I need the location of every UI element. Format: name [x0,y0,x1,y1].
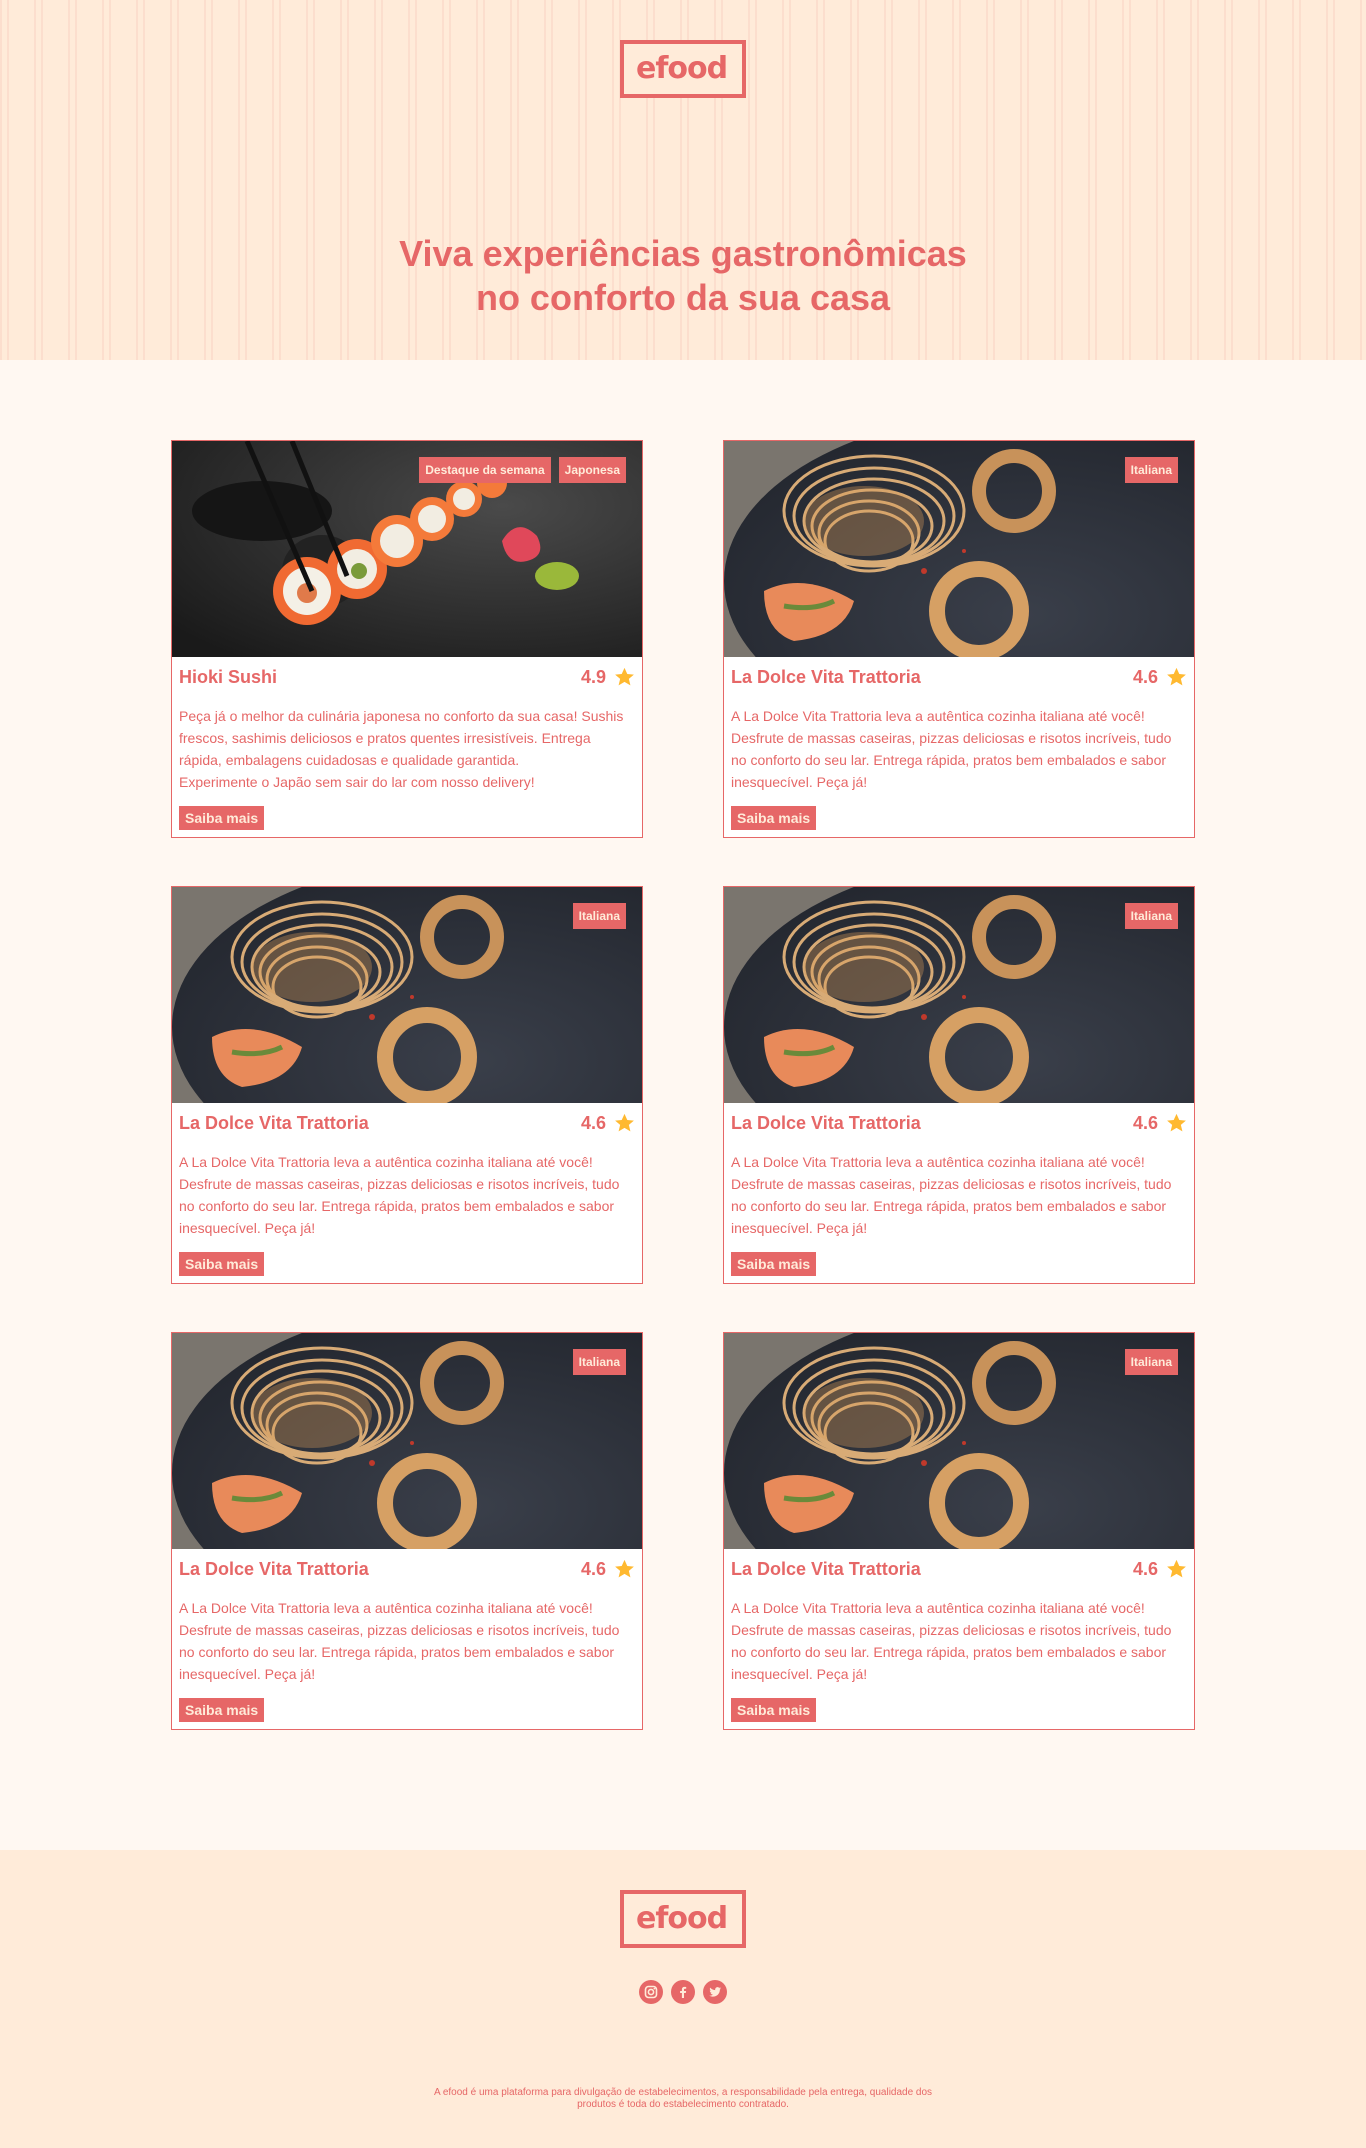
saiba-mais-button[interactable]: Saiba mais [179,1698,265,1722]
rating-value: 4.9 [580,666,606,687]
efood-logo[interactable]: efood [620,40,746,98]
restaurant-name: La Dolce Vita Trattoria [179,1558,369,1579]
category-tag: Italiana [1124,457,1178,483]
star-icon [1167,1113,1186,1132]
pasta-photo: Italiana [724,1333,1194,1549]
rating: 4.6 [1133,1559,1187,1580]
description-line: Experimente o Japão sem sair do lar com … [179,774,535,790]
restaurant-card: Destaque da semana Japonesa Hioki Sushi 4… [171,440,643,838]
sushi-photo: Destaque da semana Japonesa [172,441,642,657]
star-icon [615,1559,634,1578]
restaurant-description: A La Dolce Vita Trattoria leva a autênti… [731,1151,1187,1239]
footer-efood-logo[interactable]: efood [620,1890,746,1948]
restaurant-card: Italiana La Dolce Vita Trattoria 4.6 A L… [171,886,643,1284]
restaurant-name: La Dolce Vita Trattoria [179,1112,369,1133]
hero-title-line-1: Viva experiências gastronômicas [399,233,967,274]
facebook-icon[interactable] [671,1980,695,2004]
rating-value: 4.6 [580,1558,606,1579]
hero-title-line-2: no conforto da sua casa [475,277,891,318]
rating: 4.9 [581,667,635,688]
category-tag: Italiana [1124,1349,1178,1375]
social-links [0,1980,1366,2004]
saiba-mais-button[interactable]: Saiba mais [731,1252,817,1276]
twitter-icon[interactable] [703,1980,727,2004]
description-line: A La Dolce Vita Trattoria leva a autênti… [731,1600,1172,1682]
instagram-icon[interactable] [639,1980,663,2004]
restaurant-card: Italiana La Dolce Vita Trattoria 4.6 A L… [723,886,1195,1284]
rating-value: 4.6 [580,1112,606,1133]
category-tag: Italiana [572,1349,626,1375]
restaurant-description: A La Dolce Vita Trattoria leva a autênti… [731,1597,1187,1685]
card-body: La Dolce Vita Trattoria 4.6 A La Dolce V… [724,657,1194,830]
card-tags: Italiana [1124,903,1178,929]
card-header: La Dolce Vita Trattoria 4.6 [731,1557,1187,1581]
card-body: La Dolce Vita Trattoria 4.6 A La Dolce V… [724,1103,1194,1276]
card-body: La Dolce Vita Trattoria 4.6 A La Dolce V… [172,1103,642,1276]
description-line: A La Dolce Vita Trattoria leva a autênti… [731,708,1172,790]
restaurant-name: La Dolce Vita Trattoria [731,666,921,687]
restaurant-card: Italiana La Dolce Vita Trattoria 4.6 A L… [171,1332,643,1730]
logo-text: efood [636,1901,728,1936]
pasta-photo: Italiana [172,1333,642,1549]
card-tags: Italiana [1124,1349,1178,1375]
restaurant-name: Hioki Sushi [179,666,278,687]
card-header: La Dolce Vita Trattoria 4.6 [731,1111,1187,1135]
restaurant-description: A La Dolce Vita Trattoria leva a autênti… [179,1151,635,1239]
rating-value: 4.6 [1132,1558,1158,1579]
restaurant-list: Destaque da semana Japonesa Hioki Sushi 4… [171,440,1195,1730]
hero-title: Viva experiências gastronômicas no confo… [0,232,1366,320]
saiba-mais-button[interactable]: Saiba mais [731,806,817,830]
star-icon [615,1113,634,1132]
restaurant-name: La Dolce Vita Trattoria [731,1112,921,1133]
pasta-photo: Italiana [172,887,642,1103]
star-icon [1167,667,1186,686]
rating: 4.6 [581,1559,635,1580]
category-tag: Japonesa [558,457,626,483]
saiba-mais-button[interactable]: Saiba mais [179,806,265,830]
restaurant-card: Italiana La Dolce Vita Trattoria 4.6 A L… [723,440,1195,838]
restaurant-description: A La Dolce Vita Trattoria leva a autênti… [731,705,1187,793]
card-body: Hioki Sushi 4.9 Peça já o melhor da culi… [172,657,642,830]
saiba-mais-button[interactable]: Saiba mais [179,1252,265,1276]
card-tags: Italiana [1124,457,1178,483]
rating: 4.6 [581,1113,635,1134]
rating: 4.6 [1133,1113,1187,1134]
description-line: A La Dolce Vita Trattoria leva a autênti… [179,1600,620,1682]
category-tag: Italiana [1124,903,1178,929]
rating-value: 4.6 [1132,1112,1158,1133]
restaurant-card: Italiana La Dolce Vita Trattoria 4.6 A L… [723,1332,1195,1730]
card-body: La Dolce Vita Trattoria 4.6 A La Dolce V… [724,1549,1194,1722]
restaurant-name: La Dolce Vita Trattoria [731,1558,921,1579]
star-icon [1167,1559,1186,1578]
description-line: A La Dolce Vita Trattoria leva a autênti… [731,1154,1172,1236]
restaurant-description: Peça já o melhor da culinária japonesa n… [179,705,635,793]
card-tags: Italiana [572,1349,626,1375]
card-header: La Dolce Vita Trattoria 4.6 [179,1111,635,1135]
logo-text: efood [636,51,728,86]
rating: 4.6 [1133,667,1187,688]
description-line: A La Dolce Vita Trattoria leva a autênti… [179,1154,620,1236]
description-line: Peça já o melhor da culinária japonesa n… [179,708,624,768]
star-icon [615,667,634,686]
category-tag: Italiana [572,903,626,929]
card-tags: Destaque da semana Japonesa [419,457,626,483]
card-header: La Dolce Vita Trattoria 4.6 [731,665,1187,689]
pasta-photo: Italiana [724,441,1194,657]
card-header: La Dolce Vita Trattoria 4.6 [179,1557,635,1581]
category-tag: Destaque da semana [419,457,551,483]
card-header: Hioki Sushi 4.9 [179,665,635,689]
pasta-photo: Italiana [724,887,1194,1103]
footer-disclaimer: A efood é uma plataforma para divulgação… [433,2087,933,2110]
footer: efood A efood é uma plataforma para divu… [0,1850,1366,2148]
card-tags: Italiana [572,903,626,929]
restaurant-description: A La Dolce Vita Trattoria leva a autênti… [179,1597,635,1685]
rating-value: 4.6 [1132,666,1158,687]
card-body: La Dolce Vita Trattoria 4.6 A La Dolce V… [172,1549,642,1722]
hero-header: efood Viva experiências gastronômicas no… [0,0,1366,360]
saiba-mais-button[interactable]: Saiba mais [731,1698,817,1722]
